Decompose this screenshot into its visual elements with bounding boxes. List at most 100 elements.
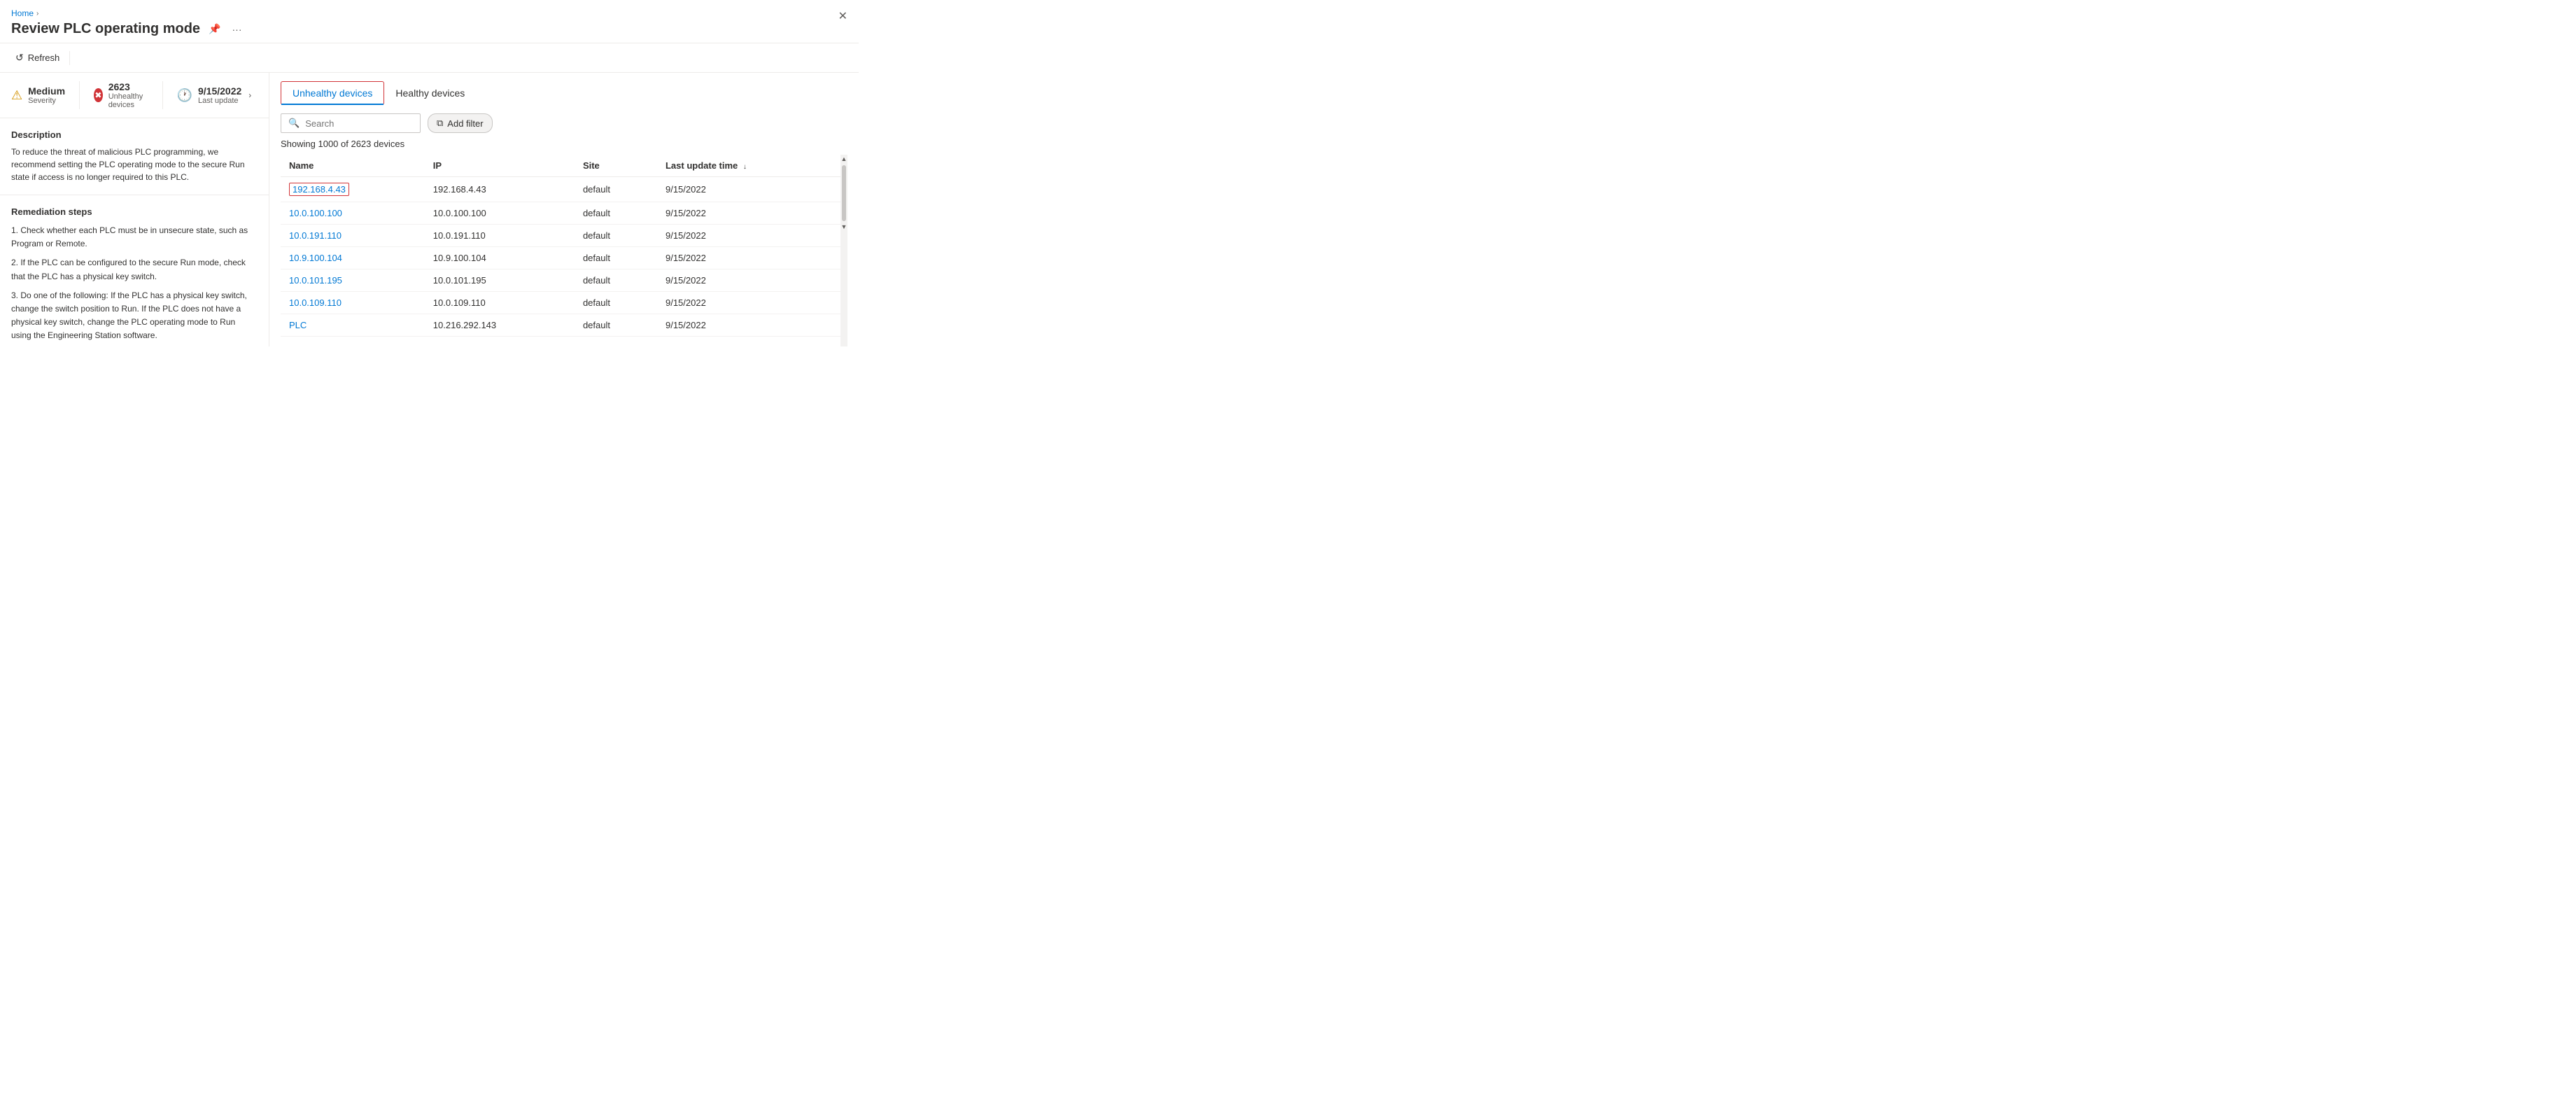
scroll-thumb[interactable]: [842, 165, 846, 221]
device-name-link[interactable]: 10.0.191.110: [289, 230, 342, 241]
table-row: 10.0.109.11010.0.109.110default9/15/2022: [281, 292, 840, 314]
unhealthy-card: ✖ 2623 Unhealthy devices: [94, 81, 163, 109]
device-name-link[interactable]: 10.0.100.100: [289, 208, 342, 218]
table-header: Name IP Site Last update time ↓: [281, 155, 840, 177]
more-options-icon[interactable]: ···: [230, 22, 245, 36]
remediation-section: Remediation steps 1. Check whether each …: [0, 195, 269, 346]
pin-icon[interactable]: 📌: [206, 22, 223, 36]
table-body: 192.168.4.43192.168.4.43default9/15/2022…: [281, 177, 840, 337]
device-name-link[interactable]: 10.0.109.110: [289, 297, 342, 308]
page-title-row: Review PLC operating mode 📌 ···: [11, 21, 847, 37]
table-container: Name IP Site Last update time ↓: [281, 155, 840, 346]
add-filter-button[interactable]: ⧉ Add filter: [428, 113, 493, 133]
device-ip: 10.0.191.110: [425, 225, 575, 247]
filter-icon: ⧉: [437, 118, 443, 129]
main-layout: ⚠ Medium Severity ✖ 2623 Unhealthy devic…: [0, 73, 859, 346]
device-last-update: 9/15/2022: [657, 202, 840, 225]
unhealthy-value: 2623: [108, 81, 148, 92]
table-row: 10.0.101.19510.0.101.195default9/15/2022: [281, 269, 840, 292]
table-row: 10.0.100.10010.0.100.100default9/15/2022: [281, 202, 840, 225]
warning-icon: ⚠: [11, 88, 22, 103]
device-ip: 10.0.101.195: [425, 269, 575, 292]
description-section: Description To reduce the threat of mali…: [0, 118, 269, 195]
device-ip: 192.168.4.43: [425, 177, 575, 202]
close-button[interactable]: ✕: [838, 11, 847, 22]
chevron-right-icon[interactable]: ›: [248, 90, 251, 100]
device-site: default: [575, 202, 657, 225]
remediation-title: Remediation steps: [11, 206, 258, 217]
remediation-step-2: 2. If the PLC can be configured to the s…: [11, 256, 258, 283]
load-more-link[interactable]: Load More...: [289, 339, 357, 346]
severity-label: Severity: [28, 97, 65, 105]
device-name-link[interactable]: PLC: [289, 320, 307, 330]
device-site: default: [575, 247, 657, 269]
device-last-update: 9/15/2022: [657, 247, 840, 269]
clock-icon: 🕐: [177, 88, 192, 103]
search-box[interactable]: 🔍: [281, 113, 421, 133]
device-ip: 10.216.292.143: [425, 314, 575, 337]
breadcrumb-chevron: ›: [36, 10, 38, 17]
toolbar: ↺ Refresh: [0, 43, 859, 73]
vertical-scrollbar[interactable]: ▲ ▼: [840, 155, 847, 346]
severity-content: Medium Severity: [28, 85, 65, 105]
table-row: PLC 10.216.292.143default9/15/2022: [281, 314, 840, 337]
device-ip: 10.0.100.100: [425, 202, 575, 225]
refresh-button[interactable]: ↺ Refresh: [11, 49, 64, 66]
device-site: default: [575, 314, 657, 337]
device-site: default: [575, 269, 657, 292]
tab-healthy-devices[interactable]: Healthy devices: [384, 81, 476, 105]
device-last-update: 9/15/2022: [657, 177, 840, 202]
device-name-link[interactable]: 10.0.101.195: [289, 275, 342, 286]
refresh-label: Refresh: [28, 52, 60, 63]
search-input[interactable]: [305, 118, 403, 129]
filter-row: 🔍 ⧉ Add filter: [281, 113, 847, 133]
column-last-update: Last update time ↓: [657, 155, 840, 177]
remediation-text: 1. Check whether each PLC must be in uns…: [11, 224, 258, 343]
description-title: Description: [11, 129, 258, 140]
breadcrumb-home[interactable]: Home: [11, 8, 34, 18]
severity-card: ⚠ Medium Severity: [11, 81, 80, 109]
left-panel: ⚠ Medium Severity ✖ 2623 Unhealthy devic…: [0, 73, 269, 346]
column-site: Site: [575, 155, 657, 177]
search-icon: 🔍: [288, 118, 300, 129]
scroll-down-icon[interactable]: ▼: [840, 223, 847, 232]
device-site: default: [575, 177, 657, 202]
severity-value: Medium: [28, 85, 65, 97]
toolbar-divider: [69, 51, 70, 65]
device-name-link-first[interactable]: 192.168.4.43: [289, 183, 349, 196]
device-ip: 10.9.100.104: [425, 247, 575, 269]
device-ip: 10.0.109.110: [425, 292, 575, 314]
page-title: Review PLC operating mode: [11, 21, 200, 37]
date-value: 9/15/2022: [198, 85, 241, 97]
device-count: Showing 1000 of 2623 devices: [281, 139, 847, 149]
table-row: 10.0.191.11010.0.191.110default9/15/2022: [281, 225, 840, 247]
device-last-update: 9/15/2022: [657, 269, 840, 292]
summary-cards: ⚠ Medium Severity ✖ 2623 Unhealthy devic…: [0, 73, 269, 118]
right-panel: Unhealthy devices Healthy devices 🔍 ⧉ Ad…: [269, 73, 859, 346]
tab-unhealthy-devices[interactable]: Unhealthy devices: [281, 81, 384, 105]
date-content: 9/15/2022 Last update: [198, 85, 241, 105]
breadcrumb: Home ›: [11, 8, 847, 18]
device-last-update: 9/15/2022: [657, 314, 840, 337]
error-icon: ✖: [94, 88, 103, 102]
unhealthy-label: Unhealthy devices: [108, 92, 148, 109]
header: Home › Review PLC operating mode 📌 ··· ✕: [0, 0, 859, 43]
device-site: default: [575, 292, 657, 314]
column-name: Name: [281, 155, 425, 177]
date-label: Last update: [198, 97, 241, 105]
refresh-icon: ↺: [15, 52, 24, 64]
description-text: To reduce the threat of malicious PLC pr…: [11, 146, 258, 183]
device-name-link[interactable]: 10.9.100.104: [289, 253, 342, 263]
device-last-update: 9/15/2022: [657, 292, 840, 314]
remediation-step-3: 3. Do one of the following: If the PLC h…: [11, 289, 258, 343]
sort-icon: ↓: [743, 163, 747, 171]
remediation-step-1: 1. Check whether each PLC must be in uns…: [11, 224, 258, 251]
unhealthy-content: 2623 Unhealthy devices: [108, 81, 148, 109]
tabs: Unhealthy devices Healthy devices: [281, 81, 847, 105]
device-site: default: [575, 225, 657, 247]
column-ip: IP: [425, 155, 575, 177]
devices-table: Name IP Site Last update time ↓: [281, 155, 840, 337]
table-row: 10.9.100.10410.9.100.104default9/15/2022: [281, 247, 840, 269]
scroll-up-icon[interactable]: ▲: [840, 155, 847, 164]
device-last-update: 9/15/2022: [657, 225, 840, 247]
